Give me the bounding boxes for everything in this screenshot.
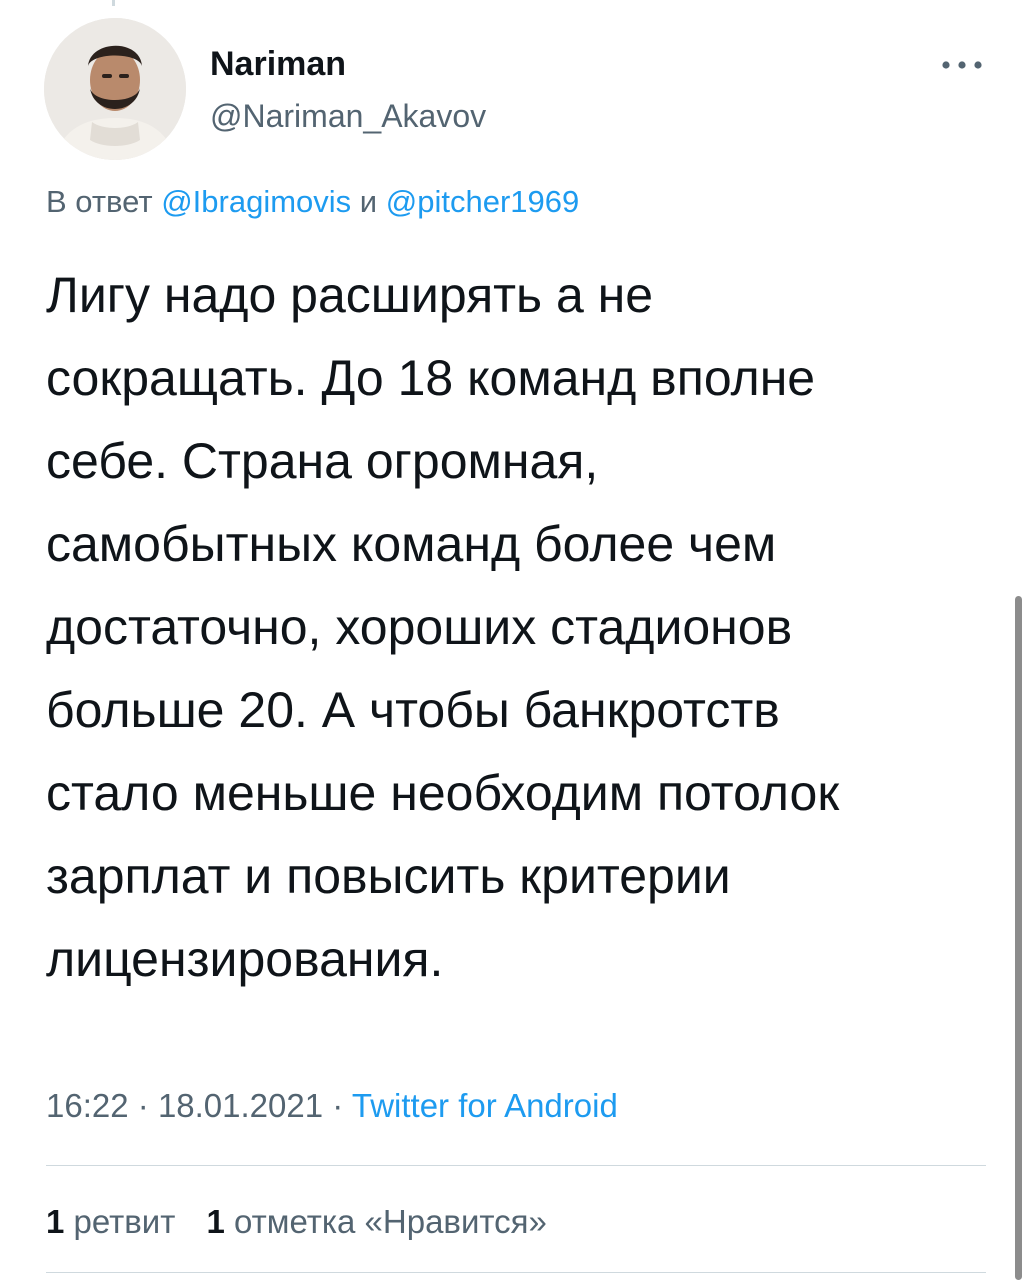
thread-connector-line (112, 0, 115, 6)
meta-separator: · (332, 1087, 344, 1124)
tweet-date[interactable]: 18.01.2021 (158, 1087, 323, 1124)
tweet-text-line: зарплат и повысить критерии (46, 848, 731, 904)
reply-mention-ibragimovis[interactable]: @Ibragimovis (161, 184, 351, 219)
reply-conjunction: и (359, 184, 378, 219)
tweet-text-line: себе. Страна огромная, (46, 433, 599, 489)
tweet-text-line: Лигу надо расширять а не (46, 267, 654, 323)
retweets-label: ретвит (73, 1203, 176, 1240)
tweet-time[interactable]: 16:22 (46, 1087, 129, 1124)
meta-separator: · (137, 1087, 149, 1124)
reply-prefix: В ответ (46, 184, 153, 219)
tweet-detail-page: Nariman @Nariman_Akavov В ответ @Ibragim… (0, 0, 1031, 1280)
tweet-source-link[interactable]: Twitter for Android (352, 1087, 618, 1124)
reply-mention-pitcher1969[interactable]: @pitcher1969 (386, 184, 579, 219)
more-horizontal-icon (942, 61, 982, 69)
tweet-text-line: самобытных команд более чем (46, 516, 777, 572)
avatar-photo (44, 18, 186, 160)
tweet-text-line: лицензирования. (46, 931, 444, 987)
avatar[interactable] (44, 18, 186, 160)
more-options-button[interactable] (936, 50, 988, 80)
divider (46, 1272, 986, 1273)
reply-context: В ответ @Ibragimovis и @pitcher1969 (46, 182, 579, 222)
tweet-text-line: стало меньше необходим потолок (46, 765, 840, 821)
author-name[interactable]: Nariman (210, 44, 346, 84)
likes-count: 1 (206, 1203, 225, 1240)
likes-label: отметка «Нравится» (234, 1203, 547, 1240)
tweet-text-line: сокращать. До 18 команд вполне (46, 350, 816, 406)
author-handle[interactable]: @Nariman_Akavov (210, 96, 486, 136)
tweet-meta: 16:22 · 18.01.2021 · Twitter for Android (46, 1084, 618, 1128)
retweets-stat[interactable]: 1 ретвит (46, 1200, 175, 1244)
tweet-text: Лигу надо расширять а не сокращать. До 1… (46, 254, 1006, 1001)
tweet-text-line: больше 20. А чтобы банкротств (46, 682, 780, 738)
tweet-stats: 1 ретвит 1 отметка «Нравится» (46, 1200, 569, 1244)
likes-stat[interactable]: 1 отметка «Нравится» (207, 1200, 547, 1244)
retweets-count: 1 (46, 1203, 65, 1240)
scrollbar[interactable] (1015, 596, 1022, 1280)
divider (46, 1165, 986, 1166)
tweet-text-line: достаточно, хороших стадионов (46, 599, 793, 655)
